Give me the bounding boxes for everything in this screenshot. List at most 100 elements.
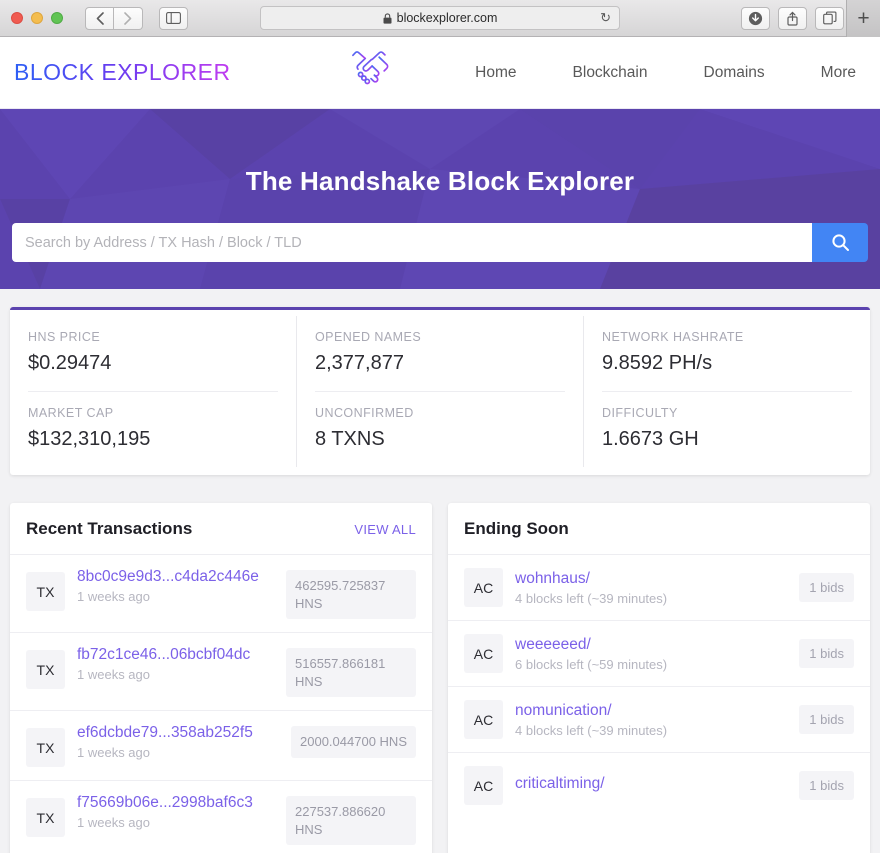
auction-row[interactable]: AC weeeeeed/ 6 blocks left (~59 minutes)… xyxy=(448,620,870,686)
bids-badge: 1 bids xyxy=(799,639,854,668)
nav-item-more[interactable]: More xyxy=(793,64,864,82)
new-tab-label: + xyxy=(857,7,869,31)
close-window-button[interactable] xyxy=(11,12,23,24)
blocks-left: 4 blocks left (~39 minutes) xyxy=(515,723,799,738)
hero-title: The Handshake Block Explorer xyxy=(246,166,635,197)
stat-label: NETWORK HASHRATE xyxy=(602,330,852,344)
nav-item-blockchain[interactable]: Blockchain xyxy=(545,64,676,82)
stats-column-3: NETWORK HASHRATE 9.8592 PH/s DIFFICULTY … xyxy=(583,316,870,467)
handshake-icon xyxy=(349,50,395,95)
show-tabs-button[interactable] xyxy=(815,7,844,30)
panel-header: Recent Transactions VIEW ALL xyxy=(10,503,432,555)
domain-name-link[interactable]: nomunication/ xyxy=(515,702,799,720)
transaction-row[interactable]: TX fb72c1ce46...06bcbf04dc 1 weeks ago 5… xyxy=(10,632,432,710)
domain-name-link[interactable]: criticaltiming/ xyxy=(515,775,799,793)
lock-icon xyxy=(383,13,392,24)
back-button[interactable] xyxy=(85,7,114,30)
search-icon xyxy=(831,233,850,252)
auction-row[interactable]: AC nomunication/ 4 blocks left (~39 minu… xyxy=(448,686,870,752)
stats-column-1: HNS PRICE $0.29474 MARKET CAP $132,310,1… xyxy=(10,316,296,467)
panels-row: Recent Transactions VIEW ALL TX 8bc0c9e9… xyxy=(10,503,870,853)
sidebar-toggle-button[interactable] xyxy=(159,7,188,30)
site-logo[interactable]: BLOCK EXPLORER xyxy=(14,59,231,86)
ending-soon-panel: Ending Soon AC wohnhaus/ 4 blocks left (… xyxy=(448,503,870,853)
auction-badge: AC xyxy=(464,568,503,607)
window-traffic-lights xyxy=(0,12,63,24)
sidebar-icon xyxy=(166,12,181,24)
stat-hns-price: HNS PRICE $0.29474 xyxy=(28,316,278,391)
tx-time: 1 weeks ago xyxy=(77,815,253,830)
tx-amount: 2000.044700 HNS xyxy=(291,726,416,758)
stat-value: $132,310,195 xyxy=(28,428,278,451)
chevron-left-icon xyxy=(96,12,104,25)
auction-row[interactable]: AC wohnhaus/ 4 blocks left (~39 minutes)… xyxy=(448,555,870,620)
navigation-buttons xyxy=(85,7,143,30)
tx-info: f75669b06e...2998baf6c3 1 weeks ago xyxy=(77,794,253,830)
stat-network-hashrate: NETWORK HASHRATE 9.8592 PH/s xyxy=(602,316,852,391)
stats-column-2: OPENED NAMES 2,377,877 UNCONFIRMED 8 TXN… xyxy=(296,316,583,467)
tabs-icon xyxy=(823,11,837,25)
tx-hash-link[interactable]: f75669b06e...2998baf6c3 xyxy=(77,794,253,812)
panel-header: Ending Soon xyxy=(448,503,870,555)
share-button[interactable] xyxy=(778,7,807,30)
bids-badge: 1 bids xyxy=(799,771,854,800)
transaction-row[interactable]: TX f75669b06e...2998baf6c3 1 weeks ago 2… xyxy=(10,780,432,853)
minimize-window-button[interactable] xyxy=(31,12,43,24)
reload-button[interactable]: ↻ xyxy=(600,10,611,26)
stat-value: 9.8592 PH/s xyxy=(602,352,852,375)
auction-info: nomunication/ 4 blocks left (~39 minutes… xyxy=(515,702,799,738)
bids-badge: 1 bids xyxy=(799,705,854,734)
tx-badge: TX xyxy=(26,650,65,689)
blocks-left: 6 blocks left (~59 minutes) xyxy=(515,657,799,672)
search-bar xyxy=(12,223,868,262)
tx-time: 1 weeks ago xyxy=(77,589,259,604)
stat-value: $0.29474 xyxy=(28,352,278,375)
maximize-window-button[interactable] xyxy=(51,12,63,24)
auction-row[interactable]: AC criticaltiming/ 1 bids xyxy=(448,752,870,818)
address-bar-url: blockexplorer.com xyxy=(397,11,498,25)
stat-label: HNS PRICE xyxy=(28,330,278,344)
stat-value: 2,377,877 xyxy=(315,352,565,375)
tx-hash-link[interactable]: 8bc0c9e9d3...c4da2c446e xyxy=(77,568,259,586)
forward-button[interactable] xyxy=(114,7,143,30)
chevron-right-icon xyxy=(124,12,132,25)
tx-hash-link[interactable]: fb72c1ce46...06bcbf04dc xyxy=(77,646,250,664)
transaction-row[interactable]: TX ef6dcbde79...358ab252f5 1 weeks ago 2… xyxy=(10,710,432,780)
stat-value: 1.6673 GH xyxy=(602,428,852,451)
tx-time: 1 weeks ago xyxy=(77,745,253,760)
tx-badge: TX xyxy=(26,572,65,611)
main-navigation: Home Blockchain Domains More xyxy=(349,50,864,95)
transaction-row[interactable]: TX 8bc0c9e9d3...c4da2c446e 1 weeks ago 4… xyxy=(10,555,432,632)
panel-title: Recent Transactions xyxy=(26,519,192,539)
search-button[interactable] xyxy=(812,223,868,262)
stat-label: UNCONFIRMED xyxy=(315,406,565,420)
download-icon xyxy=(748,11,763,26)
auction-info: weeeeeed/ 6 blocks left (~59 minutes) xyxy=(515,636,799,672)
tx-amount: 227537.886620 HNS xyxy=(286,796,416,845)
stat-value: 8 TXNS xyxy=(315,428,565,451)
stat-difficulty: DIFFICULTY 1.6673 GH xyxy=(602,391,852,467)
auction-badge: AC xyxy=(464,634,503,673)
auction-info: wohnhaus/ 4 blocks left (~39 minutes) xyxy=(515,570,799,606)
search-input[interactable] xyxy=(12,223,812,262)
domain-name-link[interactable]: weeeeeed/ xyxy=(515,636,799,654)
new-tab-button[interactable]: + xyxy=(846,0,880,37)
tx-hash-link[interactable]: ef6dcbde79...358ab252f5 xyxy=(77,724,253,742)
tx-amount: 462595.725837 HNS xyxy=(286,570,416,619)
download-button[interactable] xyxy=(741,7,770,30)
stat-label: MARKET CAP xyxy=(28,406,278,420)
share-icon xyxy=(786,11,799,26)
toolbar-actions xyxy=(741,7,844,30)
tx-badge: TX xyxy=(26,798,65,837)
address-bar[interactable]: blockexplorer.com ↻ xyxy=(260,6,620,30)
tx-badge: TX xyxy=(26,728,65,767)
tx-info: ef6dcbde79...358ab252f5 1 weeks ago xyxy=(77,724,253,760)
nav-item-domains[interactable]: Domains xyxy=(676,64,793,82)
domain-name-link[interactable]: wohnhaus/ xyxy=(515,570,799,588)
view-all-link[interactable]: VIEW ALL xyxy=(354,522,416,537)
tx-amount: 516557.866181 HNS xyxy=(286,648,416,697)
auction-info: criticaltiming/ xyxy=(515,775,799,796)
recent-transactions-panel: Recent Transactions VIEW ALL TX 8bc0c9e9… xyxy=(10,503,432,853)
bids-badge: 1 bids xyxy=(799,573,854,602)
nav-item-home[interactable]: Home xyxy=(447,64,544,82)
